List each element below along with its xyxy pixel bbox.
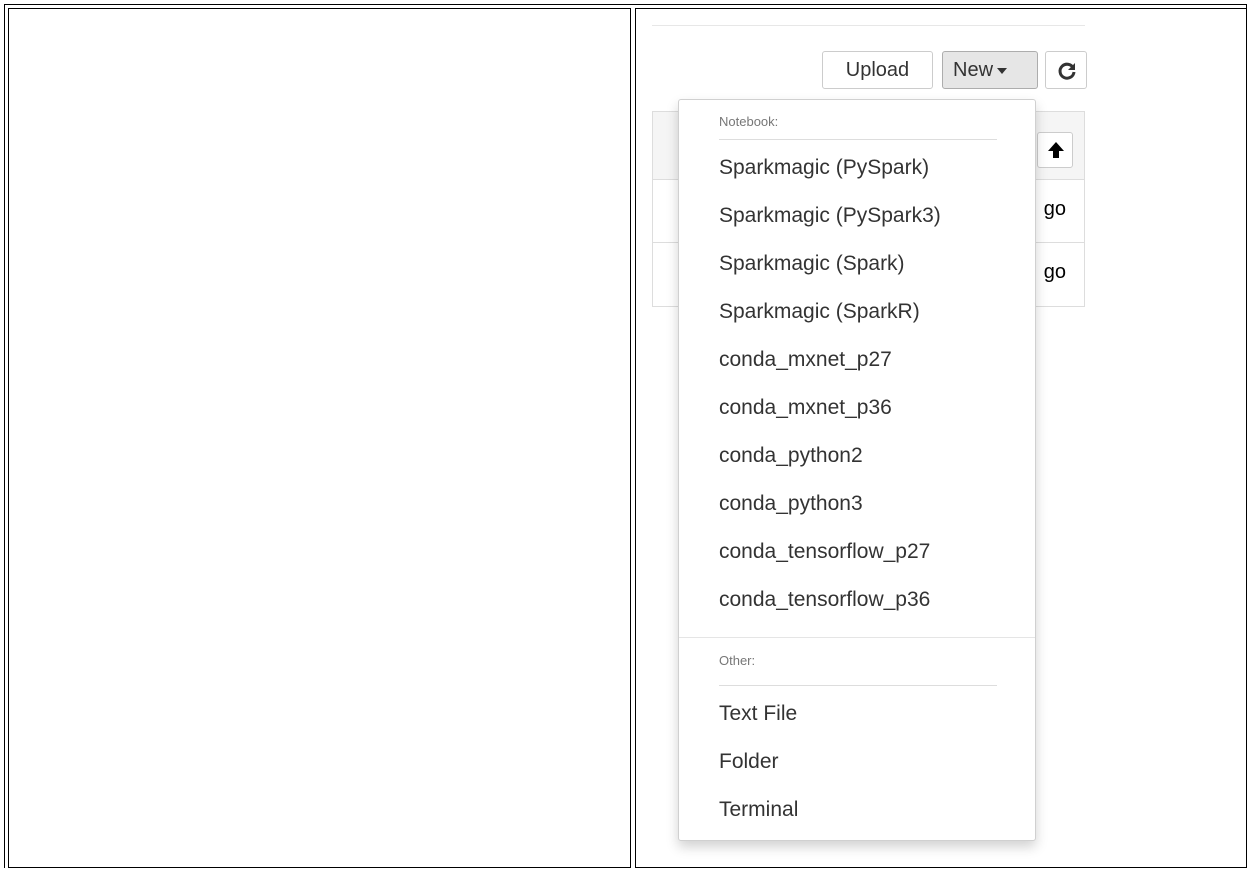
refresh-button[interactable] [1045, 51, 1087, 89]
other-header-divider [719, 685, 997, 686]
menu-item-text-file[interactable]: Text File [719, 696, 1019, 732]
menu-item-kernel[interactable]: conda_mxnet_p36 [719, 390, 1019, 426]
notebook-header-divider [719, 139, 997, 140]
sort-button[interactable] [1037, 132, 1073, 168]
refresh-icon [1058, 62, 1076, 80]
upload-button[interactable]: Upload [822, 51, 933, 89]
modified-time: go [1043, 198, 1066, 220]
new-dropdown-menu: Notebook: Sparkmagic (PySpark) Sparkmagi… [678, 99, 1036, 841]
other-section-header: Other: [719, 653, 756, 668]
jupyter-file-browser-panel: Upload New go go Notebook: Sparkmagic (P… [635, 8, 1247, 868]
menu-item-kernel[interactable]: conda_python3 [719, 486, 1019, 522]
new-button-label: New [953, 59, 994, 81]
menu-item-folder[interactable]: Folder [719, 744, 1019, 780]
screenshot-frame: Upload New go go Notebook: Sparkmagic (P… [0, 0, 1251, 872]
arrow-up-icon [1048, 142, 1064, 158]
header-divider [652, 25, 1085, 26]
menu-item-kernel[interactable]: conda_mxnet_p27 [719, 342, 1019, 378]
modified-time: go [1043, 261, 1066, 283]
caret-down-icon [997, 67, 1008, 74]
menu-item-kernel[interactable]: Sparkmagic (Spark) [719, 246, 1019, 282]
menu-item-kernel[interactable]: conda_tensorflow_p27 [719, 534, 1019, 570]
outer-border-left [4, 4, 5, 868]
menu-item-kernel[interactable]: conda_tensorflow_p36 [719, 582, 1019, 618]
left-empty-cell [8, 8, 631, 868]
menu-item-kernel[interactable]: Sparkmagic (PySpark) [719, 150, 1019, 186]
outer-border-top [4, 4, 1247, 5]
menu-section-divider [679, 637, 1035, 638]
menu-item-kernel[interactable]: conda_python2 [719, 438, 1019, 474]
menu-item-kernel[interactable]: Sparkmagic (PySpark3) [719, 198, 1019, 234]
new-dropdown-button[interactable]: New [942, 51, 1038, 89]
menu-item-terminal[interactable]: Terminal [719, 792, 1019, 828]
notebook-section-header: Notebook: [719, 114, 779, 129]
menu-item-kernel[interactable]: Sparkmagic (SparkR) [719, 294, 1019, 330]
